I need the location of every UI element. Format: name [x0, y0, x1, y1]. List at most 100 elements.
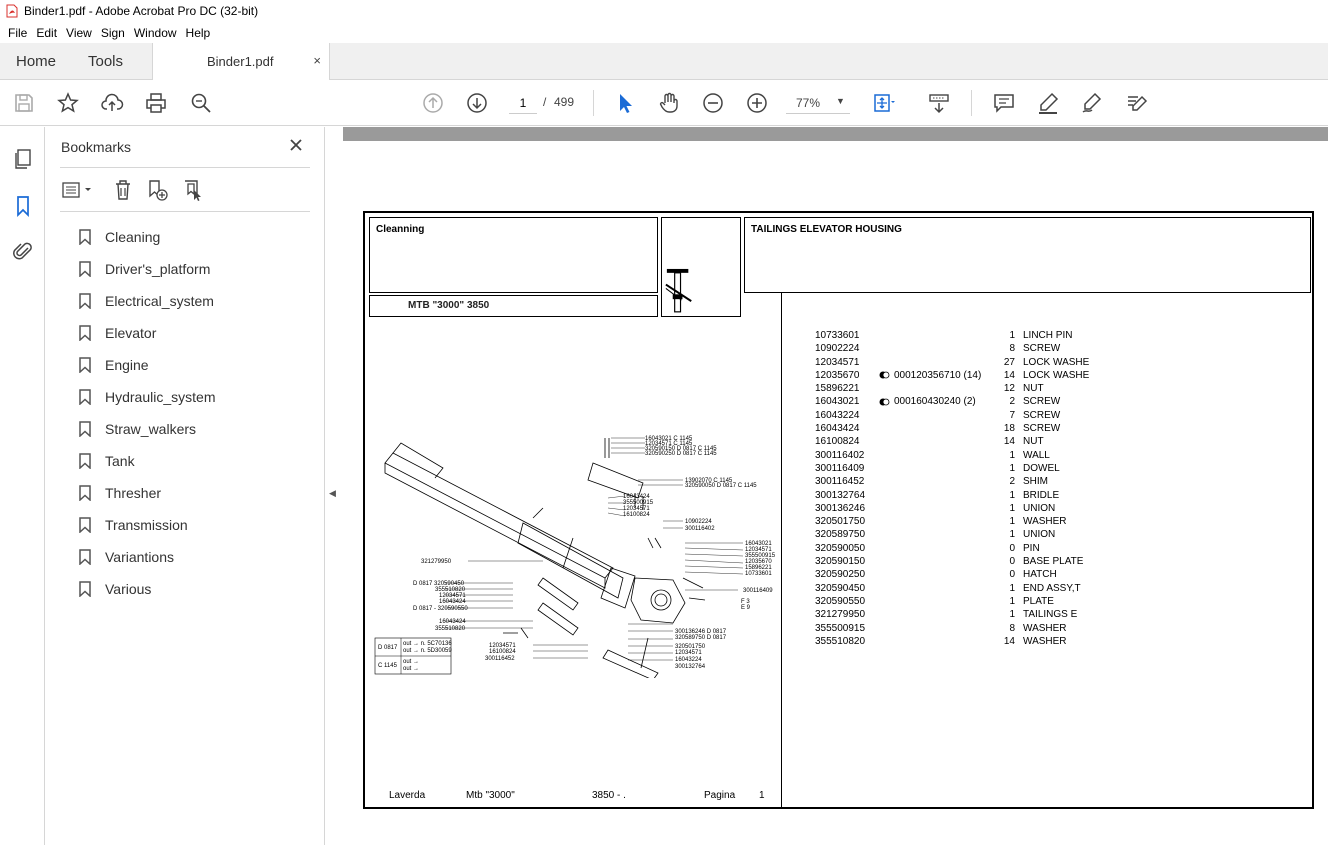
- bookmark-item[interactable]: Driver's_platform: [75, 253, 215, 285]
- scroll-mode-icon[interactable]: [927, 91, 951, 115]
- save-icon[interactable]: [12, 91, 36, 115]
- tab-document[interactable]: Binder1.pdf ×: [152, 43, 330, 80]
- menu-view[interactable]: View: [62, 26, 96, 40]
- menu-window[interactable]: Window: [130, 26, 181, 40]
- part-number: 355510820: [815, 635, 866, 647]
- part-number: 321279950: [815, 609, 866, 621]
- bookmark-item[interactable]: Straw_walkers: [75, 413, 215, 445]
- callout: 321279950: [421, 559, 452, 565]
- bookmark-item[interactable]: Thresher: [75, 477, 215, 509]
- part-quantity: 8: [1009, 622, 1015, 634]
- menu-edit[interactable]: Edit: [32, 26, 61, 40]
- bookmark-label: Straw_walkers: [105, 421, 197, 437]
- bookmark-item[interactable]: Engine: [75, 349, 215, 381]
- part-description: WASHER: [1023, 622, 1067, 634]
- part-quantity: 12: [1003, 383, 1015, 395]
- bookmark-label: Electrical_system: [105, 293, 214, 309]
- bookmark-list: Cleaning Driver's_platform Electrical_sy…: [75, 221, 215, 605]
- tab-close-icon[interactable]: ×: [313, 53, 321, 68]
- bookmark-item[interactable]: Cleaning: [75, 221, 215, 253]
- bookmark-from-selection-icon[interactable]: [181, 178, 205, 202]
- page-number-input[interactable]: [509, 92, 537, 114]
- bookmark-icon: [79, 421, 91, 437]
- part-number: 300132764: [815, 489, 866, 501]
- bookmark-icon: [79, 389, 91, 405]
- print-icon[interactable]: [144, 91, 168, 115]
- bookmark-icon: [79, 517, 91, 533]
- footer-model: Mtb "3000": [466, 790, 515, 801]
- menu-bar: File Edit View Sign Window Help: [0, 22, 1328, 43]
- bookmark-item[interactable]: Transmission: [75, 509, 215, 541]
- bookmark-item[interactable]: Various: [75, 573, 215, 605]
- fit-page-icon[interactable]: [871, 91, 895, 115]
- select-cursor-icon[interactable]: [613, 91, 637, 115]
- tab-tools[interactable]: Tools: [88, 53, 123, 70]
- bookmark-options-icon[interactable]: [61, 178, 95, 202]
- pdf-page: Cleanning MTB "3000" 3850 TAILINGS ELEVA…: [343, 141, 1328, 845]
- part-number: 300116402: [815, 449, 865, 461]
- bookmarks-panel-icon[interactable]: [11, 194, 35, 218]
- draw-sign-icon[interactable]: [1080, 91, 1104, 115]
- bookmark-label: Cleaning: [105, 229, 161, 245]
- part-description: END ASSY,T: [1023, 582, 1081, 594]
- close-panel-icon[interactable]: [288, 137, 304, 153]
- highlight-pen-icon[interactable]: [1036, 91, 1060, 115]
- bookmark-item[interactable]: Hydraulic_system: [75, 381, 215, 413]
- page-total: 499: [554, 95, 575, 109]
- page-thumbnails-icon[interactable]: [11, 147, 35, 171]
- bookmark-item[interactable]: Electrical_system: [75, 285, 215, 317]
- bookmark-icon: [79, 485, 91, 501]
- comment-icon[interactable]: [992, 91, 1016, 115]
- zoom-out-icon[interactable]: [701, 91, 725, 115]
- model-label: MTB "3000" 3850: [408, 300, 490, 311]
- collapse-panel-icon[interactable]: ◀: [329, 488, 336, 499]
- attachments-icon[interactable]: [11, 239, 35, 263]
- page-top-edge: [343, 127, 1328, 141]
- delete-bookmark-icon[interactable]: [111, 178, 135, 202]
- part-number: 320590450: [815, 582, 866, 594]
- callout: D 0817 - 320590550: [413, 606, 468, 612]
- menu-help[interactable]: Help: [182, 26, 215, 40]
- footer-code: 3850 - .: [592, 790, 626, 801]
- callout: 355510820: [435, 626, 466, 632]
- part-quantity: 1: [1009, 449, 1015, 461]
- document-viewport[interactable]: Cleanning MTB "3000" 3850 TAILINGS ELEVA…: [343, 127, 1328, 845]
- previous-page-icon[interactable]: [421, 91, 445, 115]
- part-replacement: 000160430240 (2): [879, 396, 976, 407]
- bookmark-label: Various: [105, 581, 152, 597]
- part-number: 320589750: [815, 529, 866, 541]
- bookmark-item[interactable]: Elevator: [75, 317, 215, 349]
- callout: 16100824: [489, 649, 516, 655]
- callout: 10902224: [685, 519, 712, 525]
- part-quantity: 1: [1009, 330, 1015, 341]
- tab-home[interactable]: Home: [16, 53, 56, 70]
- hand-tool-icon[interactable]: [657, 91, 681, 115]
- callout: 16100824: [623, 512, 650, 518]
- part-number: 10733601: [815, 330, 860, 341]
- search-zoom-icon[interactable]: [189, 91, 213, 115]
- part-quantity: 1: [1009, 529, 1015, 541]
- upload-cloud-icon[interactable]: [100, 91, 124, 115]
- callout: E 9: [741, 605, 751, 611]
- menu-file[interactable]: File: [4, 26, 31, 40]
- legend-code: C 1145: [378, 663, 398, 669]
- new-bookmark-icon[interactable]: [145, 178, 169, 202]
- part-description: LOCK WASHE: [1023, 369, 1090, 381]
- zoom-in-icon[interactable]: [745, 91, 769, 115]
- part-description: UNION: [1023, 529, 1056, 541]
- toolbar-divider: [593, 90, 594, 116]
- part-description: HATCH: [1023, 569, 1057, 581]
- replacement-number: 000120356710 (14): [894, 369, 982, 381]
- bookmark-item[interactable]: Variantions: [75, 541, 215, 573]
- part-number: 12035670: [815, 369, 860, 381]
- callout: 16043424: [439, 619, 466, 625]
- zoom-dropdown-icon[interactable]: ▼: [836, 96, 845, 106]
- menu-sign[interactable]: Sign: [97, 26, 129, 40]
- bookmark-item[interactable]: Tank: [75, 445, 215, 477]
- part-number: 16100824: [815, 436, 860, 448]
- bookmark-star-icon[interactable]: [56, 91, 80, 115]
- fill-sign-icon[interactable]: [1124, 91, 1148, 115]
- part-description: NUT: [1023, 383, 1044, 395]
- part-description: SCREW: [1023, 396, 1061, 408]
- next-page-icon[interactable]: [465, 91, 489, 115]
